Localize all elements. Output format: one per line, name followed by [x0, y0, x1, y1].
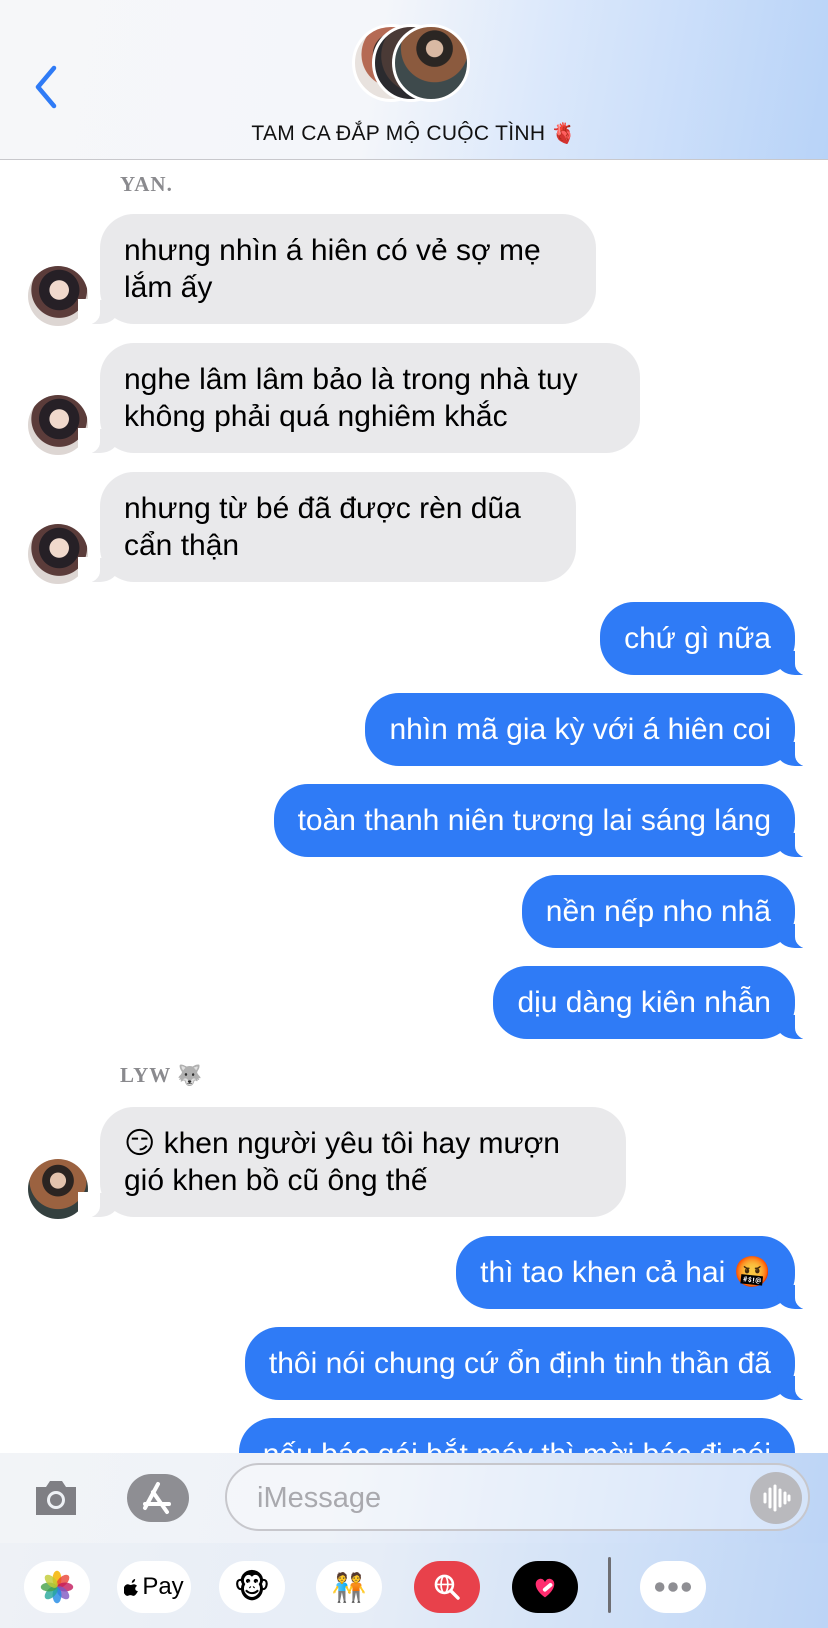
heart-touch-icon [535, 1578, 555, 1598]
outgoing-message-bubble[interactable]: toàn thanh niên tương lai sáng láng [273, 784, 818, 858]
ellipsis-icon [654, 1582, 692, 1592]
sender-label: YAN. [120, 172, 173, 196]
incoming-message-bubble[interactable]: nhưng từ bé đã được rèn dũa cẩn thận [78, 472, 576, 583]
outgoing-message-bubble[interactable]: thì tao khen cả hai 🤬 [456, 1236, 817, 1310]
wolf-emoji: 🐺 [177, 1065, 204, 1087]
incoming-message-bubble[interactable]: nghe lâm lâm bảo là trong nhà tuy không … [78, 343, 640, 454]
outgoing-message-bubble[interactable]: dịu dàng kiên nhẫn [493, 966, 817, 1040]
memoji-faces-icon: 🧑‍🤝‍🧑 [331, 1571, 367, 1603]
imessage-field[interactable] [225, 1463, 810, 1531]
photos-icon [40, 1570, 74, 1604]
memoji-stickers-button[interactable]: 🧑‍🤝‍🧑 [316, 1561, 382, 1613]
sender-label: LYW 🐺 [120, 1063, 204, 1087]
app-store-button[interactable] [127, 1474, 189, 1522]
globe-search-icon [434, 1574, 460, 1600]
anatomical-heart-emoji: 🫀 [551, 123, 577, 145]
photos-app-button[interactable] [24, 1561, 90, 1613]
chat-title[interactable]: TAM CA ĐẮP MỘ CUỘC TÌNH 🫀 [0, 121, 828, 146]
compose-bar [0, 1453, 828, 1543]
outgoing-message-bubble[interactable]: chứ gì nữa [600, 602, 817, 676]
member-avatar [392, 24, 470, 102]
apple-pay-label: Pay [142, 1573, 184, 1600]
incoming-message-bubble[interactable]: 😏 khen người yêu tôi hay mượn gió khen b… [78, 1107, 626, 1218]
group-avatar[interactable] [352, 24, 477, 108]
waveform-icon [763, 1484, 791, 1512]
app-store-icon [143, 1482, 171, 1514]
outgoing-message-bubble[interactable]: thôi nói chung cứ ổn định tinh thần đã [244, 1327, 818, 1401]
digital-touch-button[interactable] [512, 1561, 578, 1613]
chat-header: TAM CA ĐẮP MỘ CUỘC TÌNH 🫀 [0, 0, 828, 160]
outgoing-message-bubble[interactable]: nền nếp nho nhã [521, 875, 818, 949]
chat-title-text: TAM CA ĐẮP MỘ CUỘC TÌNH [251, 122, 546, 145]
animoji-app-button[interactable]: 🐵 [219, 1561, 285, 1613]
camera-icon[interactable] [32, 1475, 80, 1519]
outgoing-message-bubble[interactable]: nhìn mã gia kỳ với á hiên coi [365, 693, 817, 767]
app-strip-divider [608, 1557, 611, 1613]
incoming-message-bubble[interactable]: nhưng nhìn á hiên có vẻ sợ mẹ lắm ấy [78, 214, 596, 325]
imessage-input[interactable] [255, 1479, 719, 1517]
apple-pay-button[interactable]: Pay [117, 1561, 191, 1613]
imessage-app-strip: Pay 🐵 🧑‍🤝‍🧑 [0, 1543, 828, 1628]
voice-waveform-icon[interactable] [750, 1472, 802, 1524]
web-image-search-button[interactable] [414, 1561, 480, 1613]
back-chevron-icon[interactable] [30, 62, 66, 112]
more-apps-button[interactable] [640, 1561, 706, 1613]
apple-logo-icon [124, 1579, 139, 1596]
monkey-face-icon: 🐵 [233, 1569, 271, 1605]
